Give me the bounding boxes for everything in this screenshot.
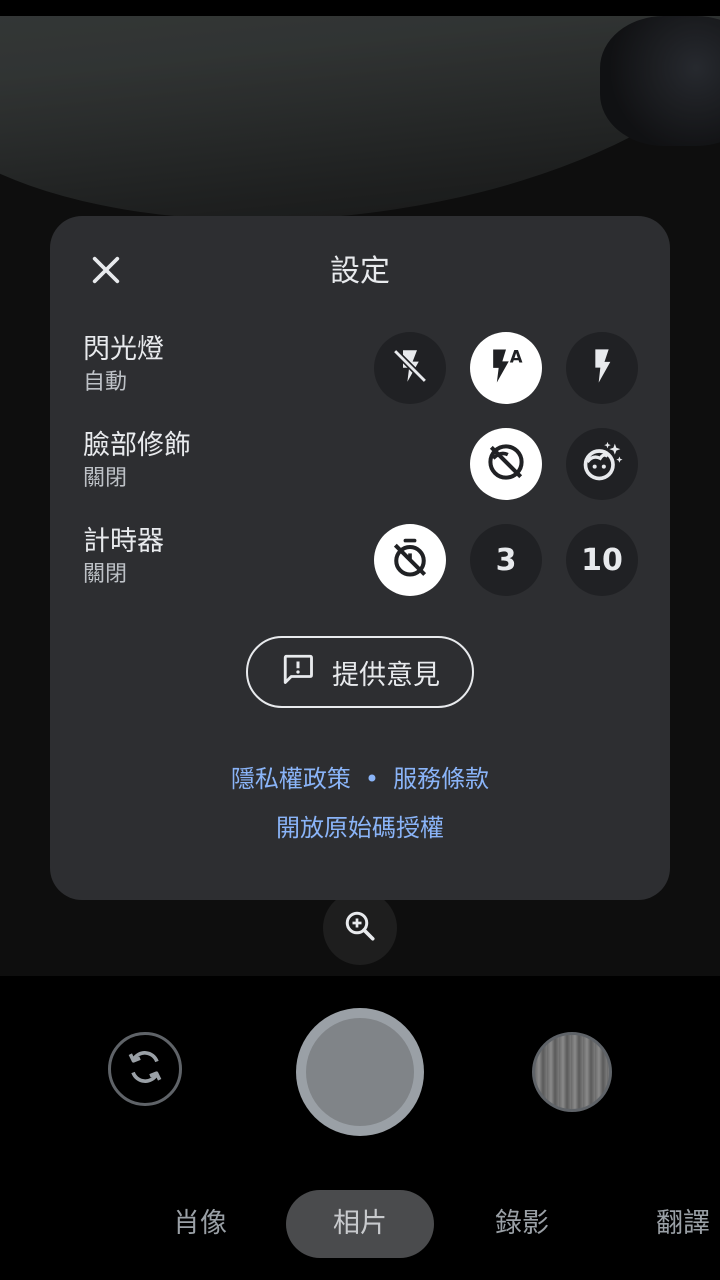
shutter-inner bbox=[306, 1018, 414, 1126]
camera-screen: 設定 閃光燈 自動 A 臉部修飾 關閉 計時器 關閉 3 10 提供意見 隱私權… bbox=[0, 0, 720, 1280]
settings-panel: 設定 閃光燈 自動 A 臉部修飾 關閉 計時器 關閉 3 10 提供意見 隱私權… bbox=[50, 216, 670, 900]
timer-10s-label: 10 bbox=[581, 542, 623, 578]
mode-video[interactable]: 錄影 bbox=[472, 1190, 572, 1258]
legal-links: 隱私權政策 • 服務條款 開放原始碼授權 bbox=[50, 762, 670, 845]
link-separator: • bbox=[364, 765, 380, 793]
zoom-button[interactable] bbox=[323, 891, 397, 965]
flash-off-option[interactable] bbox=[374, 332, 446, 404]
flash-setting-value: 自動 bbox=[83, 370, 128, 395]
terms-of-service-link[interactable]: 服務條款 bbox=[393, 765, 489, 793]
open-source-licenses-link[interactable]: 開放原始碼授權 bbox=[50, 811, 670, 845]
flash-on-option[interactable] bbox=[566, 332, 638, 404]
face-retouch-on-icon bbox=[580, 440, 624, 488]
flash-auto-icon: A bbox=[484, 344, 528, 392]
flash-auto-option[interactable]: A bbox=[470, 332, 542, 404]
timer-3s-option[interactable]: 3 bbox=[470, 524, 542, 596]
mode-portrait[interactable]: 肖像 bbox=[150, 1190, 250, 1258]
timer-10s-option[interactable]: 10 bbox=[566, 524, 638, 596]
switch-camera-icon bbox=[123, 1045, 167, 1093]
svg-text:A: A bbox=[510, 347, 523, 366]
flash-setting-title: 閃光燈 bbox=[83, 334, 164, 365]
mode-photo[interactable]: 相片 bbox=[286, 1190, 434, 1258]
feedback-button[interactable]: 提供意見 bbox=[246, 636, 474, 708]
privacy-policy-link[interactable]: 隱私權政策 bbox=[231, 765, 351, 793]
settings-title: 設定 bbox=[330, 254, 390, 289]
face-retouch-on-option[interactable] bbox=[566, 428, 638, 500]
camera-controls: 肖像 相片 錄影 翻譯 bbox=[0, 976, 720, 1280]
face-retouch-off-option[interactable] bbox=[470, 428, 542, 500]
timer-setting-row: 計時器 關閉 3 10 bbox=[50, 524, 670, 604]
flash-on-icon bbox=[582, 346, 622, 390]
timer-3s-label: 3 bbox=[495, 542, 517, 578]
face-retouch-title: 臉部修飾 bbox=[83, 430, 191, 461]
face-retouch-off-icon bbox=[484, 440, 528, 488]
mode-translate[interactable]: 翻譯 bbox=[636, 1190, 720, 1258]
face-retouch-value: 關閉 bbox=[83, 466, 128, 491]
last-photo-thumbnail[interactable] bbox=[532, 1032, 612, 1112]
timer-value: 關閉 bbox=[83, 562, 128, 587]
zoom-in-icon bbox=[342, 908, 378, 948]
feedback-label: 提供意見 bbox=[332, 659, 440, 691]
flash-off-icon bbox=[389, 345, 431, 391]
feedback-icon bbox=[280, 651, 316, 694]
flash-setting-label-group: 閃光燈 自動 bbox=[83, 332, 164, 398]
shutter-button[interactable] bbox=[296, 1008, 424, 1136]
timer-off-option[interactable] bbox=[374, 524, 446, 596]
flash-setting-row: 閃光燈 自動 A bbox=[50, 332, 670, 412]
timer-off-icon bbox=[388, 536, 432, 584]
timer-title: 計時器 bbox=[83, 526, 164, 557]
face-retouch-setting-row: 臉部修飾 關閉 bbox=[50, 428, 670, 508]
face-retouch-label-group: 臉部修飾 關閉 bbox=[83, 428, 191, 494]
switch-camera-button[interactable] bbox=[108, 1032, 182, 1106]
timer-label-group: 計時器 關閉 bbox=[83, 524, 164, 590]
